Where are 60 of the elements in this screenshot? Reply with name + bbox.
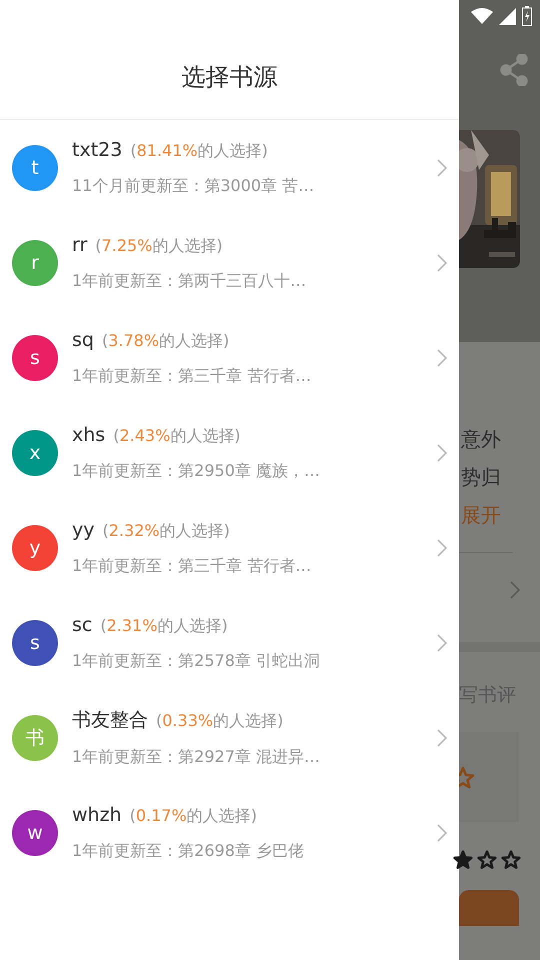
synopsis-text: 势归 [461,464,502,491]
source-item[interactable]: y yy (2.32%的人选择) 1年前更新至：第三千章 苦行者… [0,500,459,595]
source-name: sc [72,614,92,636]
share-icon[interactable] [500,54,528,86]
chevron-icon [437,824,447,842]
selection-share: (7.25%的人选择) [95,236,223,256]
latest-chapter: 1年前更新至：第2698章 乡巴佬 [72,840,305,862]
source-avatar: w [12,810,58,856]
source-name: xhs [72,424,106,446]
chevron-icon [437,728,447,746]
latest-chapter: 11个月前更新至：第3000章 苦… [72,176,316,196]
selection-share: (0.17%的人选择) [130,806,257,826]
chevron-icon [437,158,447,176]
source-name: sq [72,328,94,350]
source-item[interactable]: 书 书友整合 (0.33%的人选择) 1年前更新至：第2927章 混进异… [0,690,459,785]
latest-chapter: 1年前更新至：第2578章 引蛇出洞 [72,650,321,672]
chevron-icon [437,348,447,366]
source-avatar: s [12,620,58,666]
selection-share: (2.43%的人选择) [113,426,241,446]
action-button[interactable] [459,890,519,926]
latest-chapter: 1年前更新至：第三千章 苦行者… [72,556,312,576]
source-avatar: r [12,240,58,286]
selection-share: (2.32%的人选择) [102,520,230,542]
selection-share: (2.31%的人选择) [100,616,228,636]
source-name: txt23 [72,138,122,160]
star-icon [501,850,521,870]
chevron-icon [437,254,447,272]
source-avatar: x [12,430,58,476]
signal-icon [499,8,516,24]
source-name: whzh [72,804,122,826]
drawer-title: 选择书源 [182,62,278,93]
source-avatar: s [12,334,58,380]
latest-chapter: 1年前更新至：第2927章 混进异… [72,747,321,768]
latest-chapter: 1年前更新至：第三千章 苦行者… [72,366,312,386]
chevron-icon [437,634,447,652]
source-name: yy [72,518,94,540]
star-icon [453,850,473,870]
source-name: 书友整合 [72,708,148,733]
source-avatar: t [12,144,58,190]
source-item[interactable]: x xhs (2.43%的人选择) 1年前更新至：第2950章 魔族，… [0,405,459,500]
source-avatar: y [12,524,58,570]
source-item[interactable]: s sc (2.31%的人选择) 1年前更新至：第2578章 引蛇出洞 [0,595,459,690]
chevron-icon [437,538,447,556]
source-item[interactable]: s sq (3.78%的人选择) 1年前更新至：第三千章 苦行者… [0,310,459,405]
chevron-icon [437,444,447,462]
selection-share: (0.33%的人选择) [156,711,284,732]
latest-chapter: 1年前更新至：第2950章 魔族，… [72,460,321,482]
battery-icon [522,6,532,26]
wifi-icon [471,8,493,24]
source-item[interactable]: t txt23 (81.41%的人选择) 11个月前更新至：第3000章 苦… [0,120,459,215]
source-avatar: 书 [12,714,58,760]
source-item[interactable]: w whzh (0.17%的人选择) 1年前更新至：第2698章 乡巴佬 [0,785,459,880]
latest-chapter: 1年前更新至：第两千三百八十… [72,270,308,292]
chevron-icon [510,581,520,599]
selection-share: (3.78%的人选择) [102,330,230,352]
synopsis-text: 意外 [461,426,502,453]
selection-share: (81.41%的人选择) [130,140,268,162]
star-icon [477,850,497,870]
source-name: rr [72,234,88,256]
source-item[interactable]: r rr (7.25%的人选择) 1年前更新至：第两千三百八十… [0,215,459,310]
